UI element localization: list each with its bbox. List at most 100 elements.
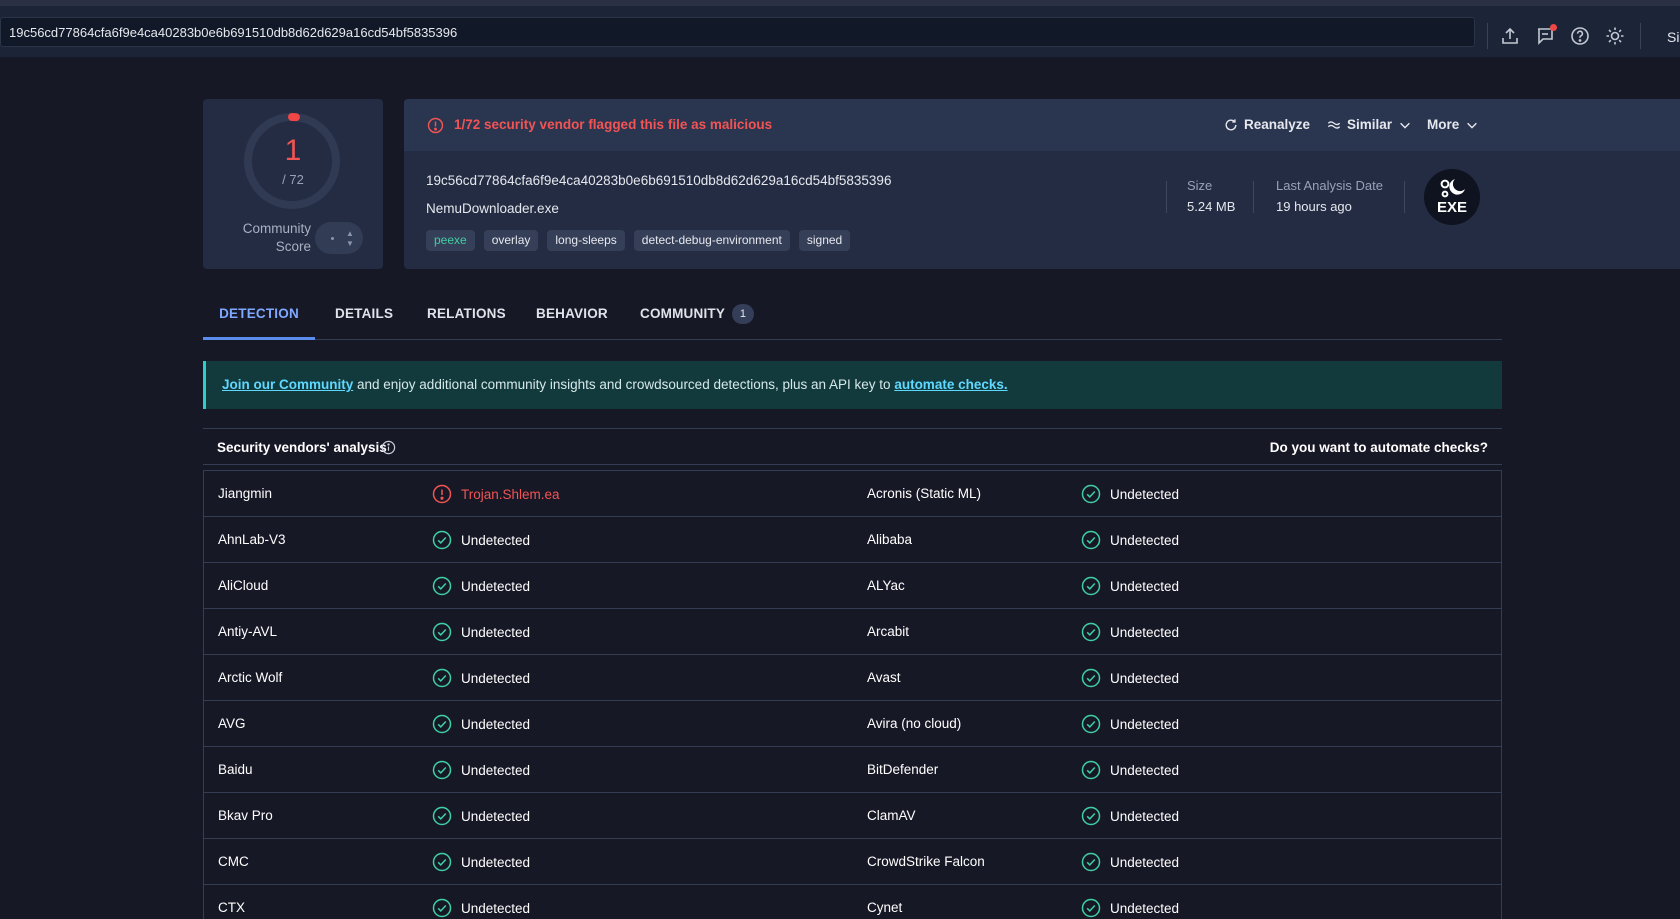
summary-header: 1/72 security vendor flagged this file a… (404, 99, 1680, 151)
info-icon[interactable] (381, 440, 396, 455)
alert-icon (432, 484, 452, 504)
tab-label: RELATIONS (427, 306, 506, 321)
table-row: Jiangmin Trojan.Shlem.ea Acronis (Static M… (204, 471, 1501, 517)
detection-result: Undetected (1081, 576, 1179, 596)
detection-result: Undetected (432, 714, 530, 734)
table-row: Antiy-AVL Undetected Arcabit Undetected (204, 609, 1501, 655)
community-vote-control[interactable]: ▲ ▼ (315, 222, 363, 254)
tab-label: BEHAVIOR (536, 306, 608, 321)
meta-divider (1404, 181, 1405, 213)
tab-label: DETAILS (335, 306, 394, 321)
vendor-name: Cynet (867, 900, 903, 915)
tab-behavior[interactable]: BEHAVIOR (536, 290, 608, 340)
detection-result-label: Undetected (1110, 900, 1180, 916)
detection-result-label: Trojan.Shlem.ea (461, 486, 560, 502)
detection-result[interactable]: Trojan.Shlem.ea (432, 484, 560, 504)
similar-button[interactable]: Similar (1327, 117, 1412, 132)
meta-divider (1166, 181, 1167, 213)
tab-label: COMMUNITY (640, 306, 726, 321)
vendors-title: Security vendors' analysis (217, 440, 387, 455)
detection-result: Undetected (432, 530, 530, 550)
last-analysis-label: Last Analysis Date (1276, 178, 1383, 193)
vendor-name: Jiangmin (218, 486, 273, 501)
detection-result: Undetected (1081, 668, 1179, 688)
vote-down-icon[interactable]: ▼ (346, 239, 354, 248)
file-type-badge: EXE (1424, 169, 1480, 225)
top-bar: Si (0, 0, 1680, 57)
vendor-name: Arctic Wolf (218, 670, 283, 685)
toolbar-divider (1487, 23, 1488, 49)
vendor-name: Arcabit (867, 624, 910, 639)
notification-dot (1550, 24, 1557, 31)
chat-notification-icon[interactable] (1535, 24, 1557, 46)
vendor-name: AhnLab-V3 (218, 532, 286, 547)
detection-result-label: Undetected (461, 854, 531, 870)
tab-label: DETECTION (219, 306, 299, 321)
join-community-link[interactable]: Join our Community (222, 377, 353, 392)
detection-result-label: Undetected (1110, 716, 1180, 732)
detection-result: Undetected (1081, 622, 1179, 642)
vote-up-icon[interactable]: ▲ (346, 229, 354, 238)
tag-peexe[interactable]: peexe (426, 230, 475, 251)
check-circle-icon (1081, 898, 1101, 918)
search-input[interactable] (1, 18, 1474, 46)
reanalyze-button[interactable]: Reanalyze (1224, 117, 1310, 132)
detection-total: / 72 (282, 172, 304, 187)
detection-result-label: Undetected (1110, 762, 1180, 778)
tag-detect-debug-environment[interactable]: detect-debug-environment (633, 230, 790, 251)
vendor-name: Acronis (Static ML) (867, 486, 982, 501)
tab-details[interactable]: DETAILS (335, 290, 393, 340)
table-row: AVG Undetected Avira (no cloud) Undetected (204, 701, 1501, 747)
table-row: Arctic Wolf Undetected Avast Undetected (204, 655, 1501, 701)
size-value: 5.24 MB (1187, 199, 1236, 214)
automate-checks-link[interactable]: automate checks. (894, 377, 1007, 392)
check-circle-icon (1081, 484, 1101, 504)
check-circle-icon (432, 806, 452, 826)
more-label: More (1427, 117, 1460, 132)
toolbar-divider (1640, 23, 1641, 49)
community-count-badge: 1 (732, 304, 755, 325)
upload-icon[interactable] (1500, 26, 1520, 46)
tab-detection[interactable]: DETECTION (203, 290, 315, 340)
check-circle-icon (432, 622, 452, 642)
detection-result-label: Undetected (461, 532, 531, 548)
vendor-name: CrowdStrike Falcon (867, 854, 985, 869)
file-tags: peexe overlay long-sleeps detect-debug-e… (426, 230, 851, 251)
more-button[interactable]: More (1427, 117, 1479, 132)
check-circle-icon (1081, 576, 1101, 596)
tag-long-sleeps[interactable]: long-sleeps (547, 230, 625, 251)
help-icon[interactable] (1570, 26, 1590, 46)
theme-toggle-icon[interactable] (1605, 26, 1625, 46)
vendor-name: Avira (no cloud) (867, 716, 962, 731)
detection-result-label: Undetected (1110, 854, 1180, 870)
detection-result-label: Undetected (1110, 532, 1180, 548)
check-circle-icon (432, 714, 452, 734)
check-circle-icon (1081, 760, 1101, 780)
tag-signed[interactable]: signed (798, 230, 851, 251)
tab-relations[interactable]: RELATIONS (427, 290, 506, 340)
check-circle-icon (1081, 668, 1101, 688)
detection-result: Undetected (1081, 898, 1179, 918)
sign-in-link[interactable]: Si (1667, 29, 1679, 45)
check-circle-icon (432, 852, 452, 872)
detection-result-label: Undetected (461, 624, 531, 640)
vendor-name: BitDefender (867, 762, 939, 777)
reanalyze-label: Reanalyze (1244, 117, 1311, 132)
detection-result-label: Undetected (1110, 808, 1180, 824)
detection-result: Undetected (432, 852, 530, 872)
check-circle-icon (1081, 530, 1101, 550)
malicious-alert-text: 1/72 security vendor flagged this file a… (454, 117, 773, 132)
tag-overlay[interactable]: overlay (483, 230, 539, 251)
detection-result: Undetected (1081, 530, 1179, 550)
tab-community[interactable]: COMMUNITY 1 (640, 290, 755, 340)
vendor-name: CTX (218, 900, 245, 915)
vendor-name: Antiy-AVL (218, 624, 278, 639)
detection-count: 1 (284, 134, 302, 167)
table-row: CTX Undetected Cynet Undetected (204, 885, 1501, 919)
automate-checks-question[interactable]: Do you want to automate checks? (1270, 440, 1488, 455)
file-name: NemuDownloader.exe (426, 201, 559, 216)
detection-result: Undetected (432, 576, 530, 596)
search-box[interactable] (0, 17, 1475, 47)
similar-label: Similar (1347, 117, 1393, 132)
detection-result-label: Undetected (461, 716, 531, 732)
